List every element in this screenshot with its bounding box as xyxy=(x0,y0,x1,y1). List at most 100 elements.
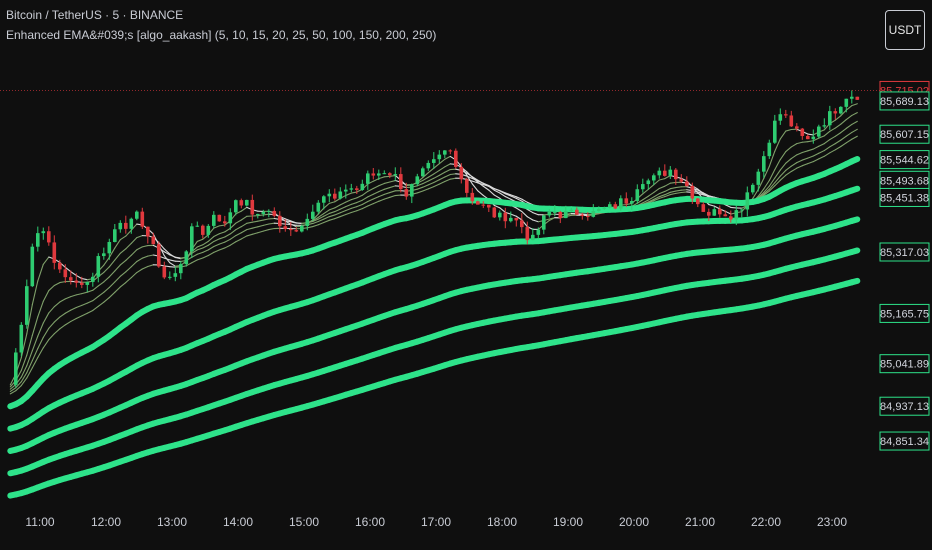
candle-down xyxy=(701,204,706,212)
ema-25-segment xyxy=(262,229,270,232)
ema-15-segment xyxy=(675,186,682,189)
ema-20-segment xyxy=(438,176,446,181)
ema-15-segment xyxy=(229,229,237,235)
candle-up xyxy=(657,170,662,176)
ema-25-segment xyxy=(86,309,94,314)
time-tick-label: 13:00 xyxy=(157,515,187,529)
ema-25-segment xyxy=(807,161,814,165)
candle-down xyxy=(624,198,629,204)
ema-25-segment xyxy=(378,198,385,202)
ema-5-segment xyxy=(389,175,396,177)
candle-up xyxy=(652,175,656,181)
ema-20-segment xyxy=(807,155,814,159)
ema-25-segment xyxy=(328,218,336,221)
candle-down xyxy=(663,170,667,176)
ema-10-segment xyxy=(383,181,391,185)
ema-25-segment xyxy=(224,244,231,249)
candle-up xyxy=(135,211,139,219)
candle-up xyxy=(30,246,35,287)
ema-50-segment xyxy=(848,155,861,165)
ema-10-segment xyxy=(334,204,341,209)
candle-up xyxy=(366,173,370,184)
ema-20-segment xyxy=(378,193,385,198)
currency-unit-button[interactable]: USDT xyxy=(885,10,925,50)
ema-10-segment xyxy=(372,185,380,190)
ema-15-segment xyxy=(504,195,512,200)
ema-10-segment xyxy=(323,209,330,215)
ema-25-segment xyxy=(444,178,451,183)
ema-10-segment xyxy=(361,190,369,196)
ema-5-segment xyxy=(807,133,814,136)
ema-20-segment xyxy=(207,245,215,251)
symbol-title: Bitcoin / TetherUS · 5 · BINANCE xyxy=(6,8,184,22)
candle-up xyxy=(844,98,849,107)
ema-15-segment xyxy=(658,190,666,195)
price-chart[interactable]: 85,715.0285,689.1385,607.1585,544.6285,4… xyxy=(0,0,932,550)
candle-up xyxy=(773,120,777,143)
ema-20-segment xyxy=(334,212,341,216)
candle-down xyxy=(454,150,458,167)
ema-10-segment xyxy=(218,231,226,235)
ema-25-segment xyxy=(114,286,121,293)
ema-5-segment xyxy=(653,179,660,186)
candle-down xyxy=(146,226,150,237)
candle-down xyxy=(239,200,244,206)
ema-15-segment xyxy=(807,148,814,152)
candle-up xyxy=(608,204,612,208)
candle-up xyxy=(113,229,117,242)
candle-up xyxy=(547,211,552,216)
ema-25-segment xyxy=(207,251,215,257)
ema-15-segment xyxy=(361,196,369,201)
ema-10-segment xyxy=(444,163,451,168)
candle-down xyxy=(795,126,799,129)
ema-10-segment xyxy=(532,219,539,223)
ema-15-segment xyxy=(664,188,671,192)
ema-15-segment xyxy=(356,199,363,204)
candle-up xyxy=(410,184,414,197)
ema-25-segment xyxy=(196,257,204,261)
ema-25-segment xyxy=(213,249,220,253)
ema-25-segment xyxy=(251,232,259,235)
ema-15-segment xyxy=(218,236,226,240)
ema-20-segment xyxy=(328,214,336,218)
ema-15-segment xyxy=(224,233,231,238)
candle-down xyxy=(69,277,73,281)
candle-up xyxy=(228,212,233,224)
ema-15-segment xyxy=(378,188,385,193)
candle-down xyxy=(833,111,838,114)
candle-down xyxy=(272,210,277,216)
ema-5-segment xyxy=(75,274,83,280)
candle-up xyxy=(740,209,744,211)
ema-10-segment xyxy=(658,185,666,190)
ema-5-segment xyxy=(345,192,352,196)
ema-20-segment xyxy=(191,253,198,258)
ema-100-segment xyxy=(848,185,861,194)
ema-20-segment xyxy=(801,157,809,161)
ema-25-segment xyxy=(119,281,127,288)
candle-down xyxy=(47,231,51,243)
candle-up xyxy=(382,173,387,175)
ema-10-segment xyxy=(433,169,440,175)
price-tag-label: 85,041.89 xyxy=(880,359,929,371)
ema-15-segment xyxy=(64,296,72,300)
candle-down xyxy=(707,211,711,216)
ema-10-segment xyxy=(229,222,237,229)
ema-15-segment xyxy=(37,322,44,337)
ema-10-segment xyxy=(235,219,242,224)
ema-15-segment xyxy=(48,306,55,314)
candle-down xyxy=(448,150,453,152)
ema-5-segment xyxy=(851,103,858,107)
ema-25-segment xyxy=(834,145,842,151)
candle-down xyxy=(503,212,508,222)
ema-25-segment xyxy=(796,165,803,169)
candle-up xyxy=(751,184,755,193)
candle-up xyxy=(553,211,557,213)
ema-20-segment xyxy=(169,259,176,262)
ema-20-segment xyxy=(53,316,61,323)
ema-20-segment xyxy=(251,226,259,229)
ema-15-segment xyxy=(653,193,660,198)
ema-15-segment xyxy=(532,212,539,216)
ema-15-segment xyxy=(389,185,396,189)
ema-15-segment xyxy=(790,154,798,160)
ema-25-segment xyxy=(427,186,435,190)
